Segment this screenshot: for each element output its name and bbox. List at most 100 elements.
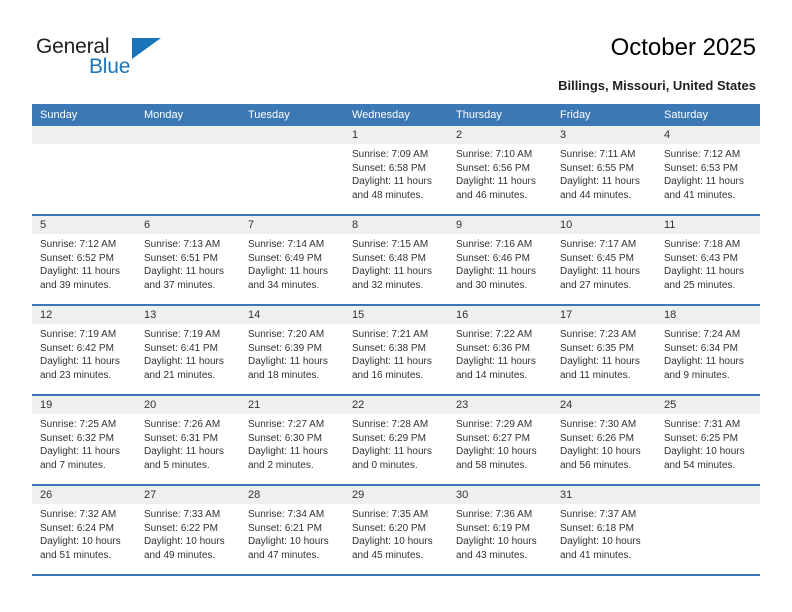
daylight-duration-line2: and 2 minutes. xyxy=(248,459,314,471)
calendar-day-cell[interactable]: 31 Sunrise: 7:37 AM Sunset: 6:18 PM Dayligh… xyxy=(552,486,656,574)
day-details: Sunrise: 7:29 AM Sunset: 6:27 PM Daylight:… xyxy=(448,414,552,472)
daylight-duration-line2: and 45 minutes. xyxy=(352,549,424,561)
sunrise-time: Sunrise: 7:28 AM xyxy=(352,419,429,430)
calendar-day-cell[interactable]: 11 Sunrise: 7:18 AM Sunset: 6:43 PM Dayligh… xyxy=(656,216,760,304)
daylight-duration-line2: and 46 minutes. xyxy=(456,189,528,201)
daylight-duration-line2: and 41 minutes. xyxy=(664,189,736,201)
daylight-duration-line2: and 37 minutes. xyxy=(144,279,216,291)
daylight-duration-line2: and 21 minutes. xyxy=(144,369,216,381)
day-details: Sunrise: 7:33 AM Sunset: 6:22 PM Daylight:… xyxy=(136,504,240,562)
day-number: 9 xyxy=(448,216,552,234)
calendar-day-cell[interactable]: 16 Sunrise: 7:22 AM Sunset: 6:36 PM Dayligh… xyxy=(448,306,552,394)
day-details: Sunrise: 7:17 AM Sunset: 6:45 PM Daylight:… xyxy=(552,234,656,292)
daylight-duration-line1: Daylight: 11 hours xyxy=(352,176,432,188)
day-details: Sunrise: 7:14 AM Sunset: 6:49 PM Daylight:… xyxy=(240,234,344,292)
day-number xyxy=(656,486,760,504)
logo-triangle-icon xyxy=(132,38,161,59)
daylight-duration-line1: Daylight: 11 hours xyxy=(40,266,120,278)
day-number: 10 xyxy=(552,216,656,234)
day-details: Sunrise: 7:31 AM Sunset: 6:25 PM Daylight:… xyxy=(656,414,760,472)
day-details: Sunrise: 7:20 AM Sunset: 6:39 PM Daylight:… xyxy=(240,324,344,382)
calendar-day-cell[interactable]: 4 Sunrise: 7:12 AM Sunset: 6:53 PM Daylight… xyxy=(656,126,760,214)
calendar-day-cell[interactable]: 2 Sunrise: 7:10 AM Sunset: 6:56 PM Daylight… xyxy=(448,126,552,214)
day-number: 8 xyxy=(344,216,448,234)
daylight-duration-line1: Daylight: 11 hours xyxy=(144,356,224,368)
day-number: 2 xyxy=(448,126,552,144)
calendar-day-cell[interactable]: 9 Sunrise: 7:16 AM Sunset: 6:46 PM Daylight… xyxy=(448,216,552,304)
sunrise-time: Sunrise: 7:34 AM xyxy=(248,509,325,520)
calendar-day-cell[interactable]: 25 Sunrise: 7:31 AM Sunset: 6:25 PM Dayligh… xyxy=(656,396,760,484)
calendar-day-cell[interactable]: 13 Sunrise: 7:19 AM Sunset: 6:41 PM Dayligh… xyxy=(136,306,240,394)
calendar-day-cell[interactable]: 6 Sunrise: 7:13 AM Sunset: 6:51 PM Daylight… xyxy=(136,216,240,304)
daylight-duration-line1: Daylight: 11 hours xyxy=(352,446,432,458)
sunset-time: Sunset: 6:46 PM xyxy=(456,252,530,264)
calendar-week-row: 5 Sunrise: 7:12 AM Sunset: 6:52 PM Daylight… xyxy=(32,216,760,306)
sunset-time: Sunset: 6:35 PM xyxy=(560,342,634,354)
daylight-duration-line2: and 23 minutes. xyxy=(40,369,112,381)
day-details: Sunrise: 7:36 AM Sunset: 6:19 PM Daylight:… xyxy=(448,504,552,562)
sunrise-time: Sunrise: 7:11 AM xyxy=(560,149,636,160)
sunrise-time: Sunrise: 7:23 AM xyxy=(560,329,637,340)
calendar-day-cell[interactable]: 7 Sunrise: 7:14 AM Sunset: 6:49 PM Daylight… xyxy=(240,216,344,304)
sunset-time: Sunset: 6:34 PM xyxy=(664,342,738,354)
calendar-day-cell[interactable]: 10 Sunrise: 7:17 AM Sunset: 6:45 PM Dayligh… xyxy=(552,216,656,304)
calendar-day-cell[interactable]: 26 Sunrise: 7:32 AM Sunset: 6:24 PM Dayligh… xyxy=(32,486,136,574)
daylight-duration-line1: Daylight: 11 hours xyxy=(248,446,328,458)
day-details: Sunrise: 7:26 AM Sunset: 6:31 PM Daylight:… xyxy=(136,414,240,472)
daylight-duration-line1: Daylight: 11 hours xyxy=(456,266,536,278)
sunset-time: Sunset: 6:53 PM xyxy=(664,162,738,174)
calendar-day-cell[interactable]: 30 Sunrise: 7:36 AM Sunset: 6:19 PM Dayligh… xyxy=(448,486,552,574)
daylight-duration-line2: and 9 minutes. xyxy=(664,369,730,381)
day-number xyxy=(32,126,136,144)
calendar-day-cell[interactable]: 14 Sunrise: 7:20 AM Sunset: 6:39 PM Dayligh… xyxy=(240,306,344,394)
weekday-header-saturday: Saturday xyxy=(664,109,709,121)
weekday-header-row: Sunday Monday Tuesday Wednesday Thursday… xyxy=(32,104,760,126)
daylight-duration-line1: Daylight: 11 hours xyxy=(144,446,224,458)
sunset-time: Sunset: 6:26 PM xyxy=(560,432,634,444)
calendar-day-cell[interactable]: 28 Sunrise: 7:34 AM Sunset: 6:21 PM Dayligh… xyxy=(240,486,344,574)
calendar-day-cell[interactable]: 20 Sunrise: 7:26 AM Sunset: 6:31 PM Dayligh… xyxy=(136,396,240,484)
calendar-day-cell[interactable]: 21 Sunrise: 7:27 AM Sunset: 6:30 PM Dayligh… xyxy=(240,396,344,484)
daylight-duration-line2: and 14 minutes. xyxy=(456,369,528,381)
daylight-duration-line2: and 44 minutes. xyxy=(560,189,632,201)
calendar-day-cell[interactable]: 22 Sunrise: 7:28 AM Sunset: 6:29 PM Dayligh… xyxy=(344,396,448,484)
daylight-duration-line2: and 0 minutes. xyxy=(352,459,418,471)
weekday-header-wednesday: Wednesday xyxy=(352,109,410,121)
general-blue-logo[interactable]: General Blue xyxy=(36,36,161,84)
calendar-day-cell[interactable]: 24 Sunrise: 7:30 AM Sunset: 6:26 PM Dayligh… xyxy=(552,396,656,484)
calendar-day-cell[interactable]: 15 Sunrise: 7:21 AM Sunset: 6:38 PM Dayligh… xyxy=(344,306,448,394)
daylight-duration-line1: Daylight: 11 hours xyxy=(560,266,640,278)
calendar-day-cell[interactable]: 27 Sunrise: 7:33 AM Sunset: 6:22 PM Dayligh… xyxy=(136,486,240,574)
daylight-duration-line1: Daylight: 11 hours xyxy=(248,356,328,368)
day-details: Sunrise: 7:37 AM Sunset: 6:18 PM Daylight:… xyxy=(552,504,656,562)
page-title: October 2025 xyxy=(610,34,756,61)
daylight-duration-line2: and 51 minutes. xyxy=(40,549,112,561)
calendar-day-cell[interactable]: 18 Sunrise: 7:24 AM Sunset: 6:34 PM Dayligh… xyxy=(656,306,760,394)
calendar-day-cell[interactable]: 17 Sunrise: 7:23 AM Sunset: 6:35 PM Dayligh… xyxy=(552,306,656,394)
sunset-time: Sunset: 6:19 PM xyxy=(456,522,530,534)
calendar-day-cell[interactable]: 23 Sunrise: 7:29 AM Sunset: 6:27 PM Dayligh… xyxy=(448,396,552,484)
day-number: 13 xyxy=(136,306,240,324)
calendar-day-cell[interactable]: 3 Sunrise: 7:11 AM Sunset: 6:55 PM Daylight… xyxy=(552,126,656,214)
calendar-day-cell[interactable]: 5 Sunrise: 7:12 AM Sunset: 6:52 PM Daylight… xyxy=(32,216,136,304)
calendar-day-cell[interactable]: 8 Sunrise: 7:15 AM Sunset: 6:48 PM Daylight… xyxy=(344,216,448,304)
daylight-duration-line1: Daylight: 11 hours xyxy=(248,266,328,278)
sunset-time: Sunset: 6:30 PM xyxy=(248,432,322,444)
daylight-duration-line2: and 39 minutes. xyxy=(40,279,112,291)
sunset-time: Sunset: 6:38 PM xyxy=(352,342,426,354)
daylight-duration-line1: Daylight: 11 hours xyxy=(456,176,536,188)
sunrise-time: Sunrise: 7:25 AM xyxy=(40,419,117,430)
sunrise-time: Sunrise: 7:19 AM xyxy=(40,329,117,340)
day-details: Sunrise: 7:15 AM Sunset: 6:48 PM Daylight:… xyxy=(344,234,448,292)
calendar-day-cell[interactable]: 1 Sunrise: 7:09 AM Sunset: 6:58 PM Daylight… xyxy=(344,126,448,214)
daylight-duration-line2: and 16 minutes. xyxy=(352,369,424,381)
calendar-day-cell[interactable]: 19 Sunrise: 7:25 AM Sunset: 6:32 PM Dayligh… xyxy=(32,396,136,484)
daylight-duration-line1: Daylight: 11 hours xyxy=(40,446,120,458)
sunset-time: Sunset: 6:27 PM xyxy=(456,432,530,444)
day-number: 15 xyxy=(344,306,448,324)
daylight-duration-line1: Daylight: 11 hours xyxy=(456,356,536,368)
daylight-duration-line2: and 58 minutes. xyxy=(456,459,528,471)
calendar-day-cell[interactable]: 29 Sunrise: 7:35 AM Sunset: 6:20 PM Dayligh… xyxy=(344,486,448,574)
calendar-day-cell[interactable]: 12 Sunrise: 7:19 AM Sunset: 6:42 PM Dayligh… xyxy=(32,306,136,394)
daylight-duration-line1: Daylight: 11 hours xyxy=(144,266,224,278)
